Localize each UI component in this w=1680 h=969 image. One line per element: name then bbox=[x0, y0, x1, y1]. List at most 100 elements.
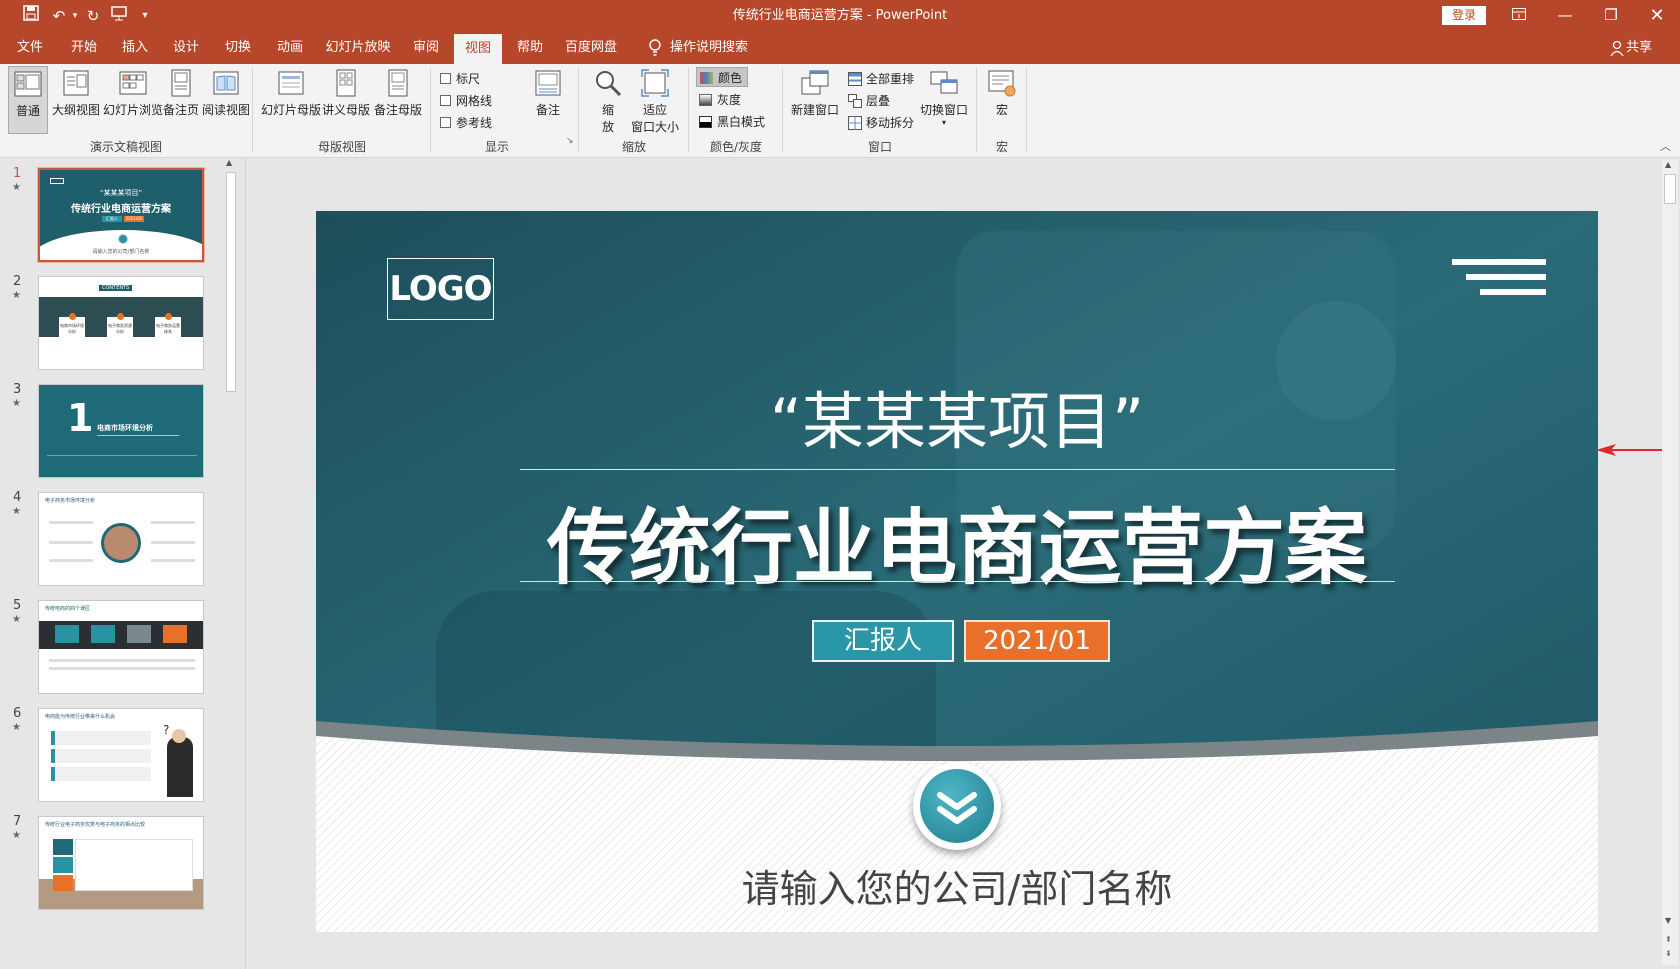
macros-button[interactable]: 宏 bbox=[982, 68, 1022, 118]
editor-scrollbar[interactable]: ▲ ▼ ⇞ ⇟ bbox=[1662, 160, 1678, 965]
ribbon-display-icon[interactable] bbox=[1496, 0, 1542, 31]
previous-slide-icon[interactable]: ⇞ bbox=[1665, 936, 1672, 944]
tab-transitions[interactable]: 切换 bbox=[218, 31, 258, 64]
arrange-all-label: 全部重排 bbox=[866, 72, 915, 86]
outline-view-button[interactable]: 大纲视图 bbox=[50, 68, 102, 118]
ribbon-separator bbox=[976, 68, 977, 152]
slide-thumbnail-5[interactable]: 传统电商的四个误区 bbox=[38, 600, 204, 694]
tab-slideshow[interactable]: 幻灯片放映 bbox=[322, 31, 394, 64]
arrange-all-button[interactable]: 全部重排 bbox=[848, 69, 914, 89]
close-icon[interactable]: ✕ bbox=[1634, 0, 1680, 31]
tab-insert[interactable]: 插入 bbox=[115, 31, 155, 64]
logo-mini bbox=[50, 178, 64, 184]
group-label-zoom: 缩放 bbox=[621, 140, 646, 154]
thumb-row bbox=[51, 767, 151, 781]
normal-view-label: 普通 bbox=[15, 104, 40, 118]
tab-review[interactable]: 审阅 bbox=[406, 31, 446, 64]
slide-thumbnail-7[interactable]: 传统行业电子商务优势与电子商务的相点比较 bbox=[38, 816, 204, 910]
slide-thumbnail-2[interactable]: CONTENTS 电商市场环境分析 电子商务资源分析 电子商务运营体系 bbox=[38, 276, 204, 370]
tell-me-search[interactable]: 操作说明搜索 bbox=[670, 31, 748, 64]
notes-button[interactable]: 备注 bbox=[528, 68, 568, 118]
scroll-down-icon[interactable]: ▼ bbox=[1665, 916, 1671, 925]
switch-windows-button[interactable]: 切换窗口 ▾ bbox=[916, 68, 972, 127]
zoom-button[interactable]: 缩 放 bbox=[588, 68, 628, 135]
slide-number: 7 bbox=[13, 814, 22, 829]
notes-master-button[interactable]: 备注母版 bbox=[372, 68, 424, 118]
slide-sorter-button[interactable]: 幻灯片浏览 bbox=[102, 68, 164, 118]
next-slide-icon[interactable]: ⇟ bbox=[1665, 950, 1672, 958]
new-window-button[interactable]: 新建窗口 bbox=[788, 68, 842, 118]
tab-file[interactable]: 文件 bbox=[10, 31, 50, 64]
scroll-up-icon[interactable]: ▲ bbox=[1665, 160, 1671, 169]
ribbon: 普通 大纲视图 幻灯片浏览 备注页 阅读视图 演示文稿视图 幻灯片母版 讲义母版… bbox=[0, 64, 1680, 158]
gridlines-checkbox[interactable]: 网格线 bbox=[440, 91, 492, 111]
handout-master-button[interactable]: 讲义母版 bbox=[320, 68, 372, 118]
cascade-icon bbox=[848, 94, 862, 108]
ruler-checkbox[interactable]: 标尺 bbox=[440, 69, 480, 89]
color-button[interactable]: 颜色 bbox=[696, 67, 748, 87]
cascade-label: 层叠 bbox=[866, 94, 891, 108]
thumb-dot bbox=[69, 313, 76, 320]
slide-thumbnail-1[interactable]: “某某某项目” 传统行业电商运营方案 汇报人 2021/01 请输入您的公司/部… bbox=[37, 167, 205, 263]
slide-thumbnails-pane: 1 ★ “某某某项目” 传统行业电商运营方案 汇报人 2021/01 请输入您的… bbox=[0, 158, 246, 969]
reading-view-button[interactable]: 阅读视图 bbox=[200, 68, 252, 118]
thumb-reporter: 汇报人 bbox=[102, 216, 122, 222]
tab-baidu-netdisk[interactable]: 百度网盘 bbox=[560, 31, 622, 64]
chevron-down-icon: ▾ bbox=[941, 118, 946, 127]
thumb-box bbox=[55, 625, 79, 643]
show-dialog-launcher-icon[interactable]: ↘ bbox=[566, 136, 574, 146]
thumb-textline bbox=[49, 667, 195, 670]
star-icon: ★ bbox=[12, 506, 21, 517]
thumb-textline bbox=[49, 541, 93, 544]
thumb-photo-circle bbox=[101, 523, 141, 563]
share-button[interactable]: 共享 bbox=[1626, 31, 1658, 64]
slide-thumbnail-4[interactable]: 电子商务市场环境分析 bbox=[38, 492, 204, 586]
double-chevron-down-icon[interactable] bbox=[920, 769, 994, 843]
thumb-title: CONTENTS bbox=[99, 285, 133, 291]
tab-animations[interactable]: 动画 bbox=[270, 31, 310, 64]
slide-sorter-label: 幻灯片浏览 bbox=[102, 103, 163, 117]
cascade-button[interactable]: 层叠 bbox=[848, 91, 890, 111]
fit-label-a: 适应 bbox=[642, 103, 667, 117]
company-name[interactable]: 请输入您的公司/部门名称 bbox=[316, 858, 1598, 913]
collapse-ribbon-icon[interactable]: ︿ bbox=[1660, 138, 1671, 154]
login-button[interactable]: 登录 bbox=[1442, 6, 1486, 25]
move-split-icon bbox=[848, 116, 862, 130]
tab-home[interactable]: 开始 bbox=[64, 31, 104, 64]
slide-thumbnail-3[interactable]: 1 电商市场环境分析 bbox=[38, 384, 204, 478]
tab-view[interactable]: 视图 bbox=[454, 34, 502, 64]
thumb-row bbox=[51, 749, 151, 763]
group-label-presentation-views: 演示文稿视图 bbox=[89, 140, 162, 154]
logo-box[interactable]: LOGO bbox=[387, 258, 494, 320]
scroll-up-icon[interactable]: ▲ bbox=[226, 158, 232, 167]
guides-checkbox[interactable]: 参考线 bbox=[440, 113, 492, 133]
thumbnail-scrollbar[interactable]: ▲ bbox=[224, 158, 238, 969]
thumb-person-head bbox=[172, 729, 186, 743]
grayscale-button[interactable]: 灰度 bbox=[699, 90, 741, 110]
title-bar: ↶ ▾ ↻ ▾ 传统行业电商运营方案 - PowerPoint 登录 — ❐ ✕ bbox=[0, 0, 1680, 31]
date-badge[interactable]: 2021/01 bbox=[964, 620, 1110, 662]
window-title: 传统行业电商运营方案 - PowerPoint bbox=[732, 8, 948, 23]
move-split-button[interactable]: 移动拆分 bbox=[848, 113, 914, 133]
minimize-icon[interactable]: — bbox=[1542, 0, 1588, 31]
current-slide[interactable]: LOGO “某某某项目” 传统行业电商运营方案 汇报人 2021/01 请输入您… bbox=[316, 211, 1598, 932]
slide-master-button[interactable]: 幻灯片母版 bbox=[260, 68, 322, 118]
thumb-title: 电商市场环境分析 bbox=[97, 424, 153, 432]
group-label-show: 显示 bbox=[484, 140, 509, 154]
black-white-button[interactable]: 黑白模式 bbox=[699, 112, 765, 132]
slide-thumbnail-6[interactable]: 电商能为传统行业带来什么机会 ? bbox=[38, 708, 204, 802]
tab-help[interactable]: 帮助 bbox=[510, 31, 550, 64]
tab-design[interactable]: 设计 bbox=[166, 31, 206, 64]
project-quote-title[interactable]: “某某某项目” bbox=[316, 371, 1598, 461]
scrollbar-thumb[interactable] bbox=[226, 172, 236, 392]
scrollbar-thumb[interactable] bbox=[1664, 174, 1676, 204]
main-title[interactable]: 传统行业电商运营方案 bbox=[316, 481, 1598, 600]
thumb-title: 电子商务市场环境分析 bbox=[45, 498, 96, 504]
maximize-icon[interactable]: ❐ bbox=[1588, 0, 1634, 31]
notes-page-button[interactable]: 备注页 bbox=[160, 68, 202, 118]
thumb-title: 传统行业电商运营方案 bbox=[71, 204, 171, 215]
fit-to-window-button[interactable]: 适应 窗口大小 bbox=[626, 68, 684, 135]
reporter-badge[interactable]: 汇报人 bbox=[812, 620, 954, 662]
star-icon: ★ bbox=[12, 290, 21, 301]
normal-view-button[interactable]: 普通 bbox=[8, 66, 48, 134]
